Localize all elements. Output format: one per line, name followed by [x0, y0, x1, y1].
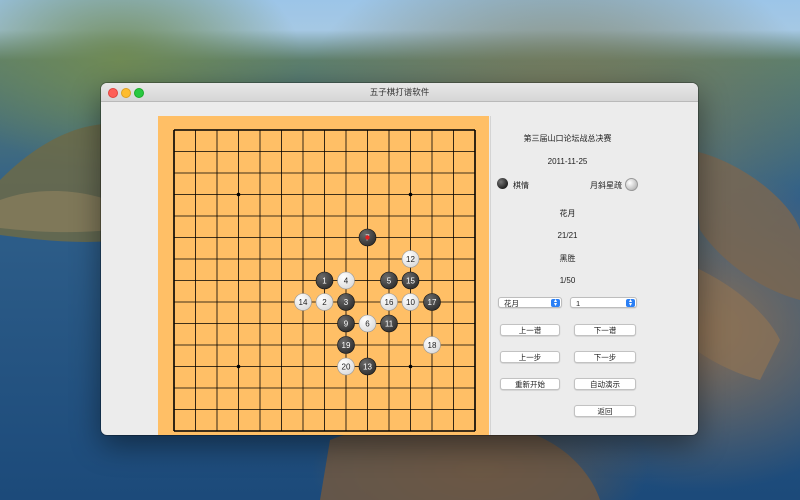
gomoku-board[interactable]: 1234567891011121314151617181920 [158, 116, 489, 435]
restart-button[interactable]: 重新开始 [500, 378, 560, 390]
board-grid[interactable]: 1234567891011121314151617181920 [158, 116, 489, 435]
star-point [236, 364, 241, 369]
stone-number: 6 [365, 319, 370, 328]
game-name: 第三届山口论坛战总决赛 [523, 134, 612, 143]
autoplay-button[interactable]: 自动演示 [574, 378, 636, 390]
chevron-updown-icon: ▴ ▾ [551, 298, 560, 308]
white-stone-icon [625, 178, 638, 191]
stone-number: 4 [344, 276, 349, 285]
prev-move-button[interactable]: 上一步 [500, 351, 560, 363]
stone-number: 17 [428, 298, 437, 307]
game-result: 黑胜 [559, 254, 576, 263]
stone-number: 12 [406, 255, 415, 264]
title-bar: 五子棋打谱软件 [101, 83, 698, 102]
game-index: 1/50 [559, 276, 576, 285]
stone-number: 20 [342, 362, 351, 371]
game-info-panel: 第三届山口论坛战总决赛 2011-11-25 棋情 月斜星疏 花月 21/21 … [490, 116, 644, 435]
game-date: 2011-11-25 [547, 157, 588, 166]
stone-number: 16 [385, 298, 394, 307]
player-select-value: 花月 [504, 299, 519, 308]
chevron-updown-icon: ▴ ▾ [626, 298, 635, 308]
current-player: 花月 [559, 209, 576, 218]
stone-number: 2 [322, 298, 327, 307]
stone-number: 9 [344, 319, 349, 328]
stone-number: 11 [385, 319, 394, 328]
prev-game-button[interactable]: 上一谱 [500, 324, 560, 336]
star-point [236, 192, 241, 197]
last-move-marker [365, 235, 370, 240]
stone-number: 18 [428, 341, 437, 350]
stone-number: 3 [344, 298, 349, 307]
window-title: 五子棋打谱软件 [369, 87, 430, 97]
stone-number: 15 [406, 276, 415, 285]
white-player-name: 月斜星疏 [590, 181, 622, 190]
next-move-button[interactable]: 下一步 [574, 351, 636, 363]
star-point [408, 364, 413, 369]
black-stone-icon [497, 178, 508, 189]
back-button[interactable]: 返回 [574, 405, 636, 417]
stone-number: 1 [322, 276, 327, 285]
app-window: 五子棋打谱软件 1234567891011121314151617181920 … [101, 83, 698, 435]
stone-number: 5 [387, 276, 392, 285]
game-select[interactable]: 1 ▴ ▾ [570, 297, 637, 308]
stone-number: 14 [299, 298, 308, 307]
star-point [408, 192, 413, 197]
black-player-name: 棋情 [513, 181, 529, 190]
move-counter: 21/21 [557, 231, 578, 240]
player-select[interactable]: 花月 ▴ ▾ [498, 297, 562, 308]
next-game-button[interactable]: 下一谱 [574, 324, 636, 336]
stone-number: 19 [342, 341, 351, 350]
stone-number: 10 [406, 298, 415, 307]
stone-number: 13 [363, 362, 372, 371]
game-select-value: 1 [576, 299, 581, 308]
